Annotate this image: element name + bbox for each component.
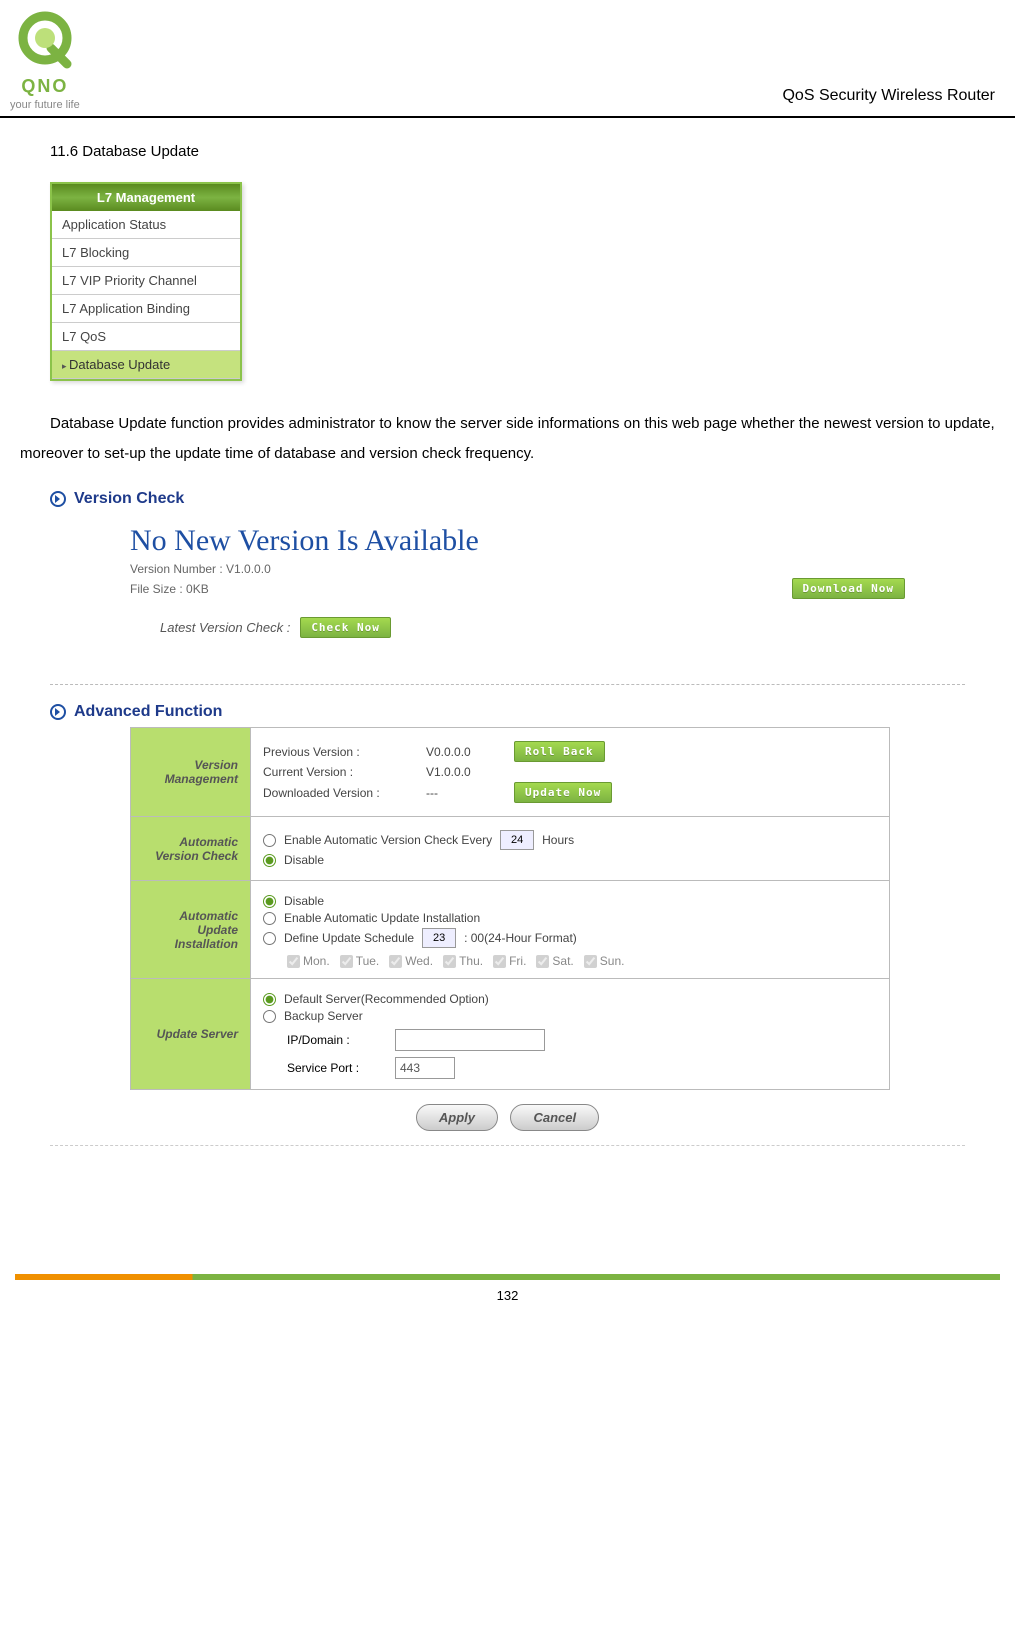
- sidebar-item-app-status[interactable]: Application Status: [52, 211, 240, 239]
- autocheck-hours-input[interactable]: [500, 830, 534, 850]
- backup-server-label: Backup Server: [284, 1009, 363, 1023]
- disable-autocheck-label: Disable: [284, 853, 324, 867]
- bullet-icon: [50, 704, 66, 720]
- sidebar-item-db-update[interactable]: Database Update: [52, 351, 240, 379]
- cancel-button[interactable]: Cancel: [510, 1104, 599, 1131]
- days-row: Mon. Tue. Wed. Thu. Fri. Sat. Sun.: [287, 954, 877, 968]
- default-server-radio[interactable]: [263, 993, 276, 1006]
- schedule-label-pre: Define Update Schedule: [284, 931, 414, 945]
- service-port-input[interactable]: [395, 1057, 455, 1079]
- enable-autocheck-radio[interactable]: [263, 834, 276, 847]
- logo-icon: [13, 10, 77, 74]
- version-message: No New Version Is Available: [130, 524, 905, 558]
- brand-tagline: your future life: [10, 99, 80, 111]
- section-divider: [50, 684, 965, 685]
- doc-title: QoS Security Wireless Router: [782, 87, 995, 111]
- file-size: File Size : 0KB: [130, 582, 209, 596]
- schedule-hour-input[interactable]: [422, 928, 456, 948]
- version-mgmt-heading: Version Management: [131, 728, 251, 817]
- day-thu-checkbox[interactable]: [443, 955, 456, 968]
- day-sat-checkbox[interactable]: [536, 955, 549, 968]
- footer-bar: [15, 1274, 1000, 1280]
- current-version-label: Current Version :: [263, 765, 418, 779]
- update-now-button[interactable]: Update Now: [514, 782, 612, 803]
- sidebar-item-l7-blocking[interactable]: L7 Blocking: [52, 239, 240, 267]
- version-check-title: Version Check: [74, 490, 184, 508]
- service-port-label: Service Port :: [287, 1061, 387, 1075]
- latest-check-label: Latest Version Check :: [160, 620, 290, 635]
- schedule-label-post: : 00(24-Hour Format): [464, 931, 577, 945]
- intro-paragraph: Database Update function provides admini…: [20, 409, 995, 469]
- version-number: Version Number : V1.0.0.0: [130, 562, 905, 576]
- day-wed-checkbox[interactable]: [389, 955, 402, 968]
- day-sun-checkbox[interactable]: [584, 955, 597, 968]
- schedule-radio[interactable]: [263, 932, 276, 945]
- sidebar-item-l7-vip[interactable]: L7 VIP Priority Channel: [52, 267, 240, 295]
- enable-autoinstall-radio[interactable]: [263, 912, 276, 925]
- version-check-header: Version Check: [50, 484, 965, 514]
- advanced-table: Version Management Previous Version : V0…: [130, 727, 890, 1090]
- disable-autoinstall-label: Disable: [284, 894, 324, 908]
- disable-autoinstall-radio[interactable]: [263, 895, 276, 908]
- advanced-title: Advanced Function: [74, 703, 222, 721]
- day-mon-checkbox[interactable]: [287, 955, 300, 968]
- downloaded-version-value: ---: [426, 786, 506, 800]
- page-number: 132: [0, 1288, 1015, 1323]
- sidebar-item-l7-qos[interactable]: L7 QoS: [52, 323, 240, 351]
- current-version-value: V1.0.0.0: [426, 765, 506, 779]
- downloaded-version-label: Downloaded Version :: [263, 786, 418, 800]
- roll-back-button[interactable]: Roll Back: [514, 741, 605, 762]
- download-now-button[interactable]: Download Now: [792, 578, 905, 599]
- ip-domain-label: IP/Domain :: [287, 1033, 387, 1047]
- update-server-heading: Update Server: [131, 979, 251, 1090]
- ip-domain-input[interactable]: [395, 1029, 545, 1051]
- enable-autocheck-label-pre: Enable Automatic Version Check Every: [284, 833, 492, 847]
- sidebar-menu: L7 Management Application Status L7 Bloc…: [50, 182, 242, 381]
- previous-version-value: V0.0.0.0: [426, 745, 506, 759]
- section-heading: 11.6 Database Update: [50, 143, 995, 160]
- sidebar-item-l7-binding[interactable]: L7 Application Binding: [52, 295, 240, 323]
- advanced-header: Advanced Function: [50, 697, 965, 727]
- day-tue-checkbox[interactable]: [340, 955, 353, 968]
- check-now-button[interactable]: Check Now: [300, 617, 391, 638]
- auto-install-heading: Automatic Update Installation: [131, 881, 251, 979]
- previous-version-label: Previous Version :: [263, 745, 418, 759]
- apply-button[interactable]: Apply: [416, 1104, 498, 1131]
- day-fri-checkbox[interactable]: [493, 955, 506, 968]
- enable-autoinstall-label: Enable Automatic Update Installation: [284, 911, 480, 925]
- brand-logo: QNO your future life: [10, 10, 80, 111]
- backup-server-radio[interactable]: [263, 1010, 276, 1023]
- brand-name: QNO: [21, 76, 68, 97]
- bullet-icon: [50, 491, 66, 507]
- enable-autocheck-label-post: Hours: [542, 833, 574, 847]
- auto-check-heading: Automatic Version Check: [131, 817, 251, 881]
- disable-autocheck-radio[interactable]: [263, 854, 276, 867]
- default-server-label: Default Server(Recommended Option): [284, 992, 489, 1006]
- sidebar-header: L7 Management: [52, 184, 240, 211]
